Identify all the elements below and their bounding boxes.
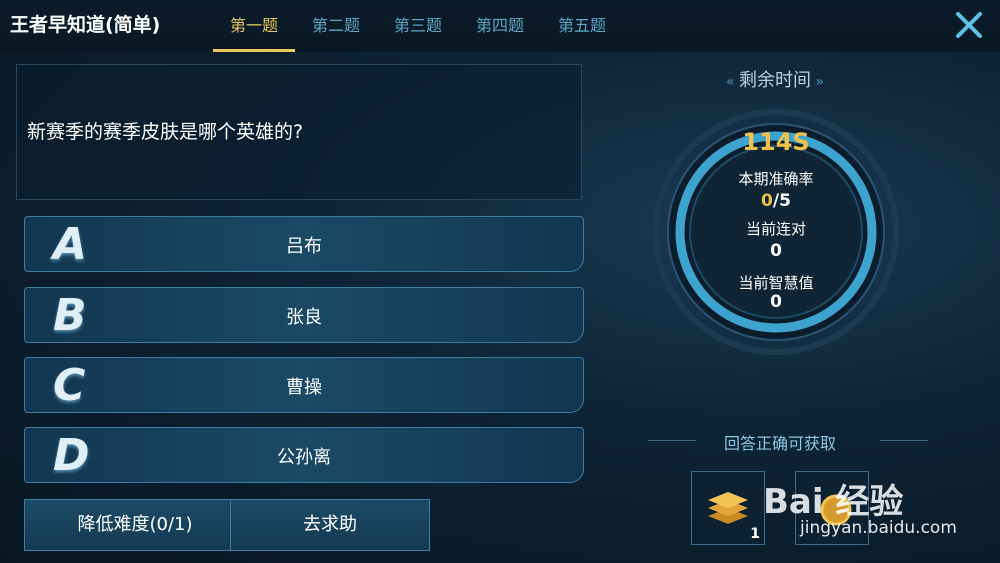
- wisdom-value: 0: [770, 292, 782, 312]
- watermark-url: jingyan.baidu.com: [800, 518, 957, 538]
- question-tabs: 第一题 第二题 第三题 第四题 第五题: [213, 0, 623, 52]
- wisdom-label: 当前智慧值: [738, 274, 814, 292]
- timer-ring: 114S 本期准确率 0/5 当前连对 0 当前智慧值 0: [652, 98, 900, 368]
- quiz-title: 王者早知道(简单): [10, 14, 161, 36]
- option-label: 吕布: [286, 236, 322, 257]
- chevron-left-icon: «: [725, 74, 739, 90]
- chevron-right-icon: »: [811, 74, 825, 90]
- streak-label: 当前连对: [745, 220, 806, 238]
- accuracy-correct: 0: [761, 191, 773, 211]
- option-d-button[interactable]: D 公孙离: [24, 427, 584, 483]
- option-label: 公孙离: [277, 447, 331, 468]
- streak-value: 0: [770, 241, 782, 261]
- option-b-button[interactable]: B 张良: [24, 287, 584, 343]
- question-text: 新赛季的赛季皮肤是哪个英雄的?: [27, 121, 304, 143]
- reward-count: 1: [750, 526, 760, 542]
- option-label: 张良: [286, 307, 322, 328]
- option-a-button[interactable]: A 吕布: [24, 216, 584, 272]
- timer-header: « 剩余时间 »: [655, 66, 895, 92]
- timer-title: 剩余时间: [739, 70, 811, 91]
- option-c-button[interactable]: C 曹操: [24, 357, 584, 413]
- tab-question-2[interactable]: 第二题: [295, 0, 377, 52]
- remaining-seconds: 114S: [742, 128, 810, 156]
- tab-question-4[interactable]: 第四题: [459, 0, 541, 52]
- tab-question-5[interactable]: 第五题: [541, 0, 623, 52]
- lower-difficulty-button[interactable]: 降低难度(0/1): [24, 499, 246, 551]
- tab-question-3[interactable]: 第三题: [377, 0, 459, 52]
- reward-slot: 1: [691, 471, 765, 545]
- accuracy-total: /5: [772, 191, 791, 211]
- ask-help-button[interactable]: 去求助: [230, 499, 430, 551]
- question-panel: 新赛季的赛季皮肤是哪个英雄的?: [16, 64, 582, 200]
- watermark-brand: Bai 经验: [763, 482, 904, 522]
- tab-question-1[interactable]: 第一题: [213, 0, 295, 52]
- reward-title: 回答正确可获取: [723, 434, 836, 453]
- close-icon[interactable]: [954, 10, 984, 40]
- accuracy-label: 本期准确率: [738, 170, 814, 188]
- option-label: 曹操: [286, 377, 322, 398]
- top-bar: 王者早知道(简单) 第一题 第二题 第三题 第四题 第五题: [0, 0, 1000, 52]
- accuracy-value: 0/5: [652, 191, 900, 211]
